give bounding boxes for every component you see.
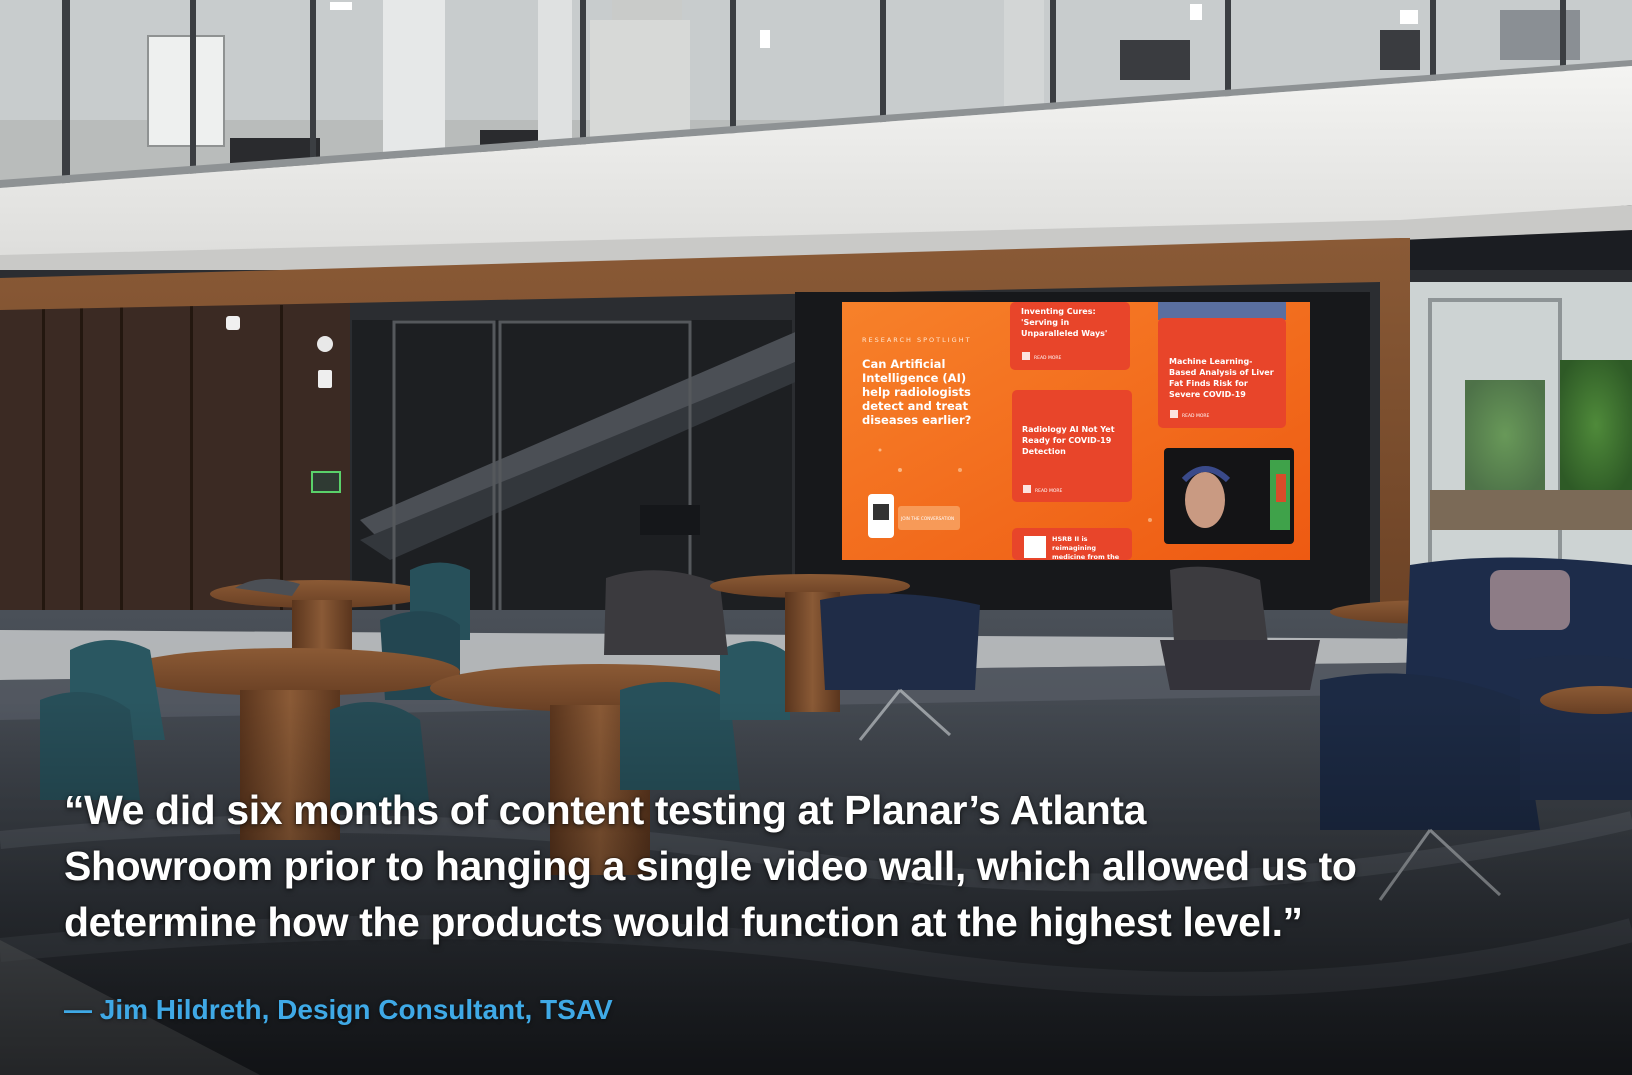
quote-attribution: — Jim Hildreth, Design Consultant, TSAV [64, 994, 613, 1025]
video-wall: RESEARCH SPOTLIGHT Can Artificial Intell… [842, 302, 1310, 561]
screen-eyebrow: RESEARCH SPOTLIGHT [862, 336, 972, 344]
read-more-link: READ MORE [1035, 488, 1062, 494]
quote-line: “We did six months of content testing at… [64, 787, 1147, 833]
news-card-line: Severe COVID-19 [1169, 390, 1246, 399]
news-card-line: Detection [1022, 447, 1066, 456]
quote-line: Showroom prior to hanging a single video… [64, 843, 1357, 889]
news-card-line: Fat Finds Risk for [1169, 379, 1248, 388]
news-card-line: HSRB II is [1052, 535, 1088, 543]
news-card-line: 'Serving in [1021, 318, 1069, 327]
news-card-line: reimagining [1052, 544, 1096, 552]
screen-headline-line: diseases earlier? [862, 413, 971, 427]
news-card-line: Inventing Cures: [1021, 307, 1096, 316]
screen-headline-line: detect and treat [862, 399, 969, 413]
qr-code-icon [873, 504, 889, 520]
news-card-line: Radiology AI Not Yet [1022, 425, 1115, 434]
news-card-line: Based Analysis of Liver [1169, 368, 1274, 377]
qr-mini-icon [1023, 485, 1031, 493]
news-card-line: Machine Learning- [1169, 357, 1253, 366]
qr-code-icon [1024, 536, 1046, 558]
testimonial-quote: “We did six months of content testing at… [64, 782, 1564, 950]
screen-headline-line: Can Artificial [862, 357, 945, 371]
read-more-link: READ MORE [1182, 413, 1209, 419]
screen-headline-line: help radiologists [862, 385, 971, 399]
news-card-line: Ready for COVID-19 [1022, 436, 1112, 445]
qr-mini-icon [1022, 352, 1030, 360]
qr-cta-label: JOIN THE CONVERSATION [900, 516, 954, 521]
news-card-line: Unparalleled Ways' [1021, 329, 1107, 338]
screen-headline-line: Intelligence (AI) [862, 371, 966, 385]
qr-mini-icon [1170, 410, 1178, 418]
quote-line: determine how the products would functio… [64, 899, 1303, 945]
news-card-line: medicine from the [1052, 553, 1120, 561]
read-more-link: READ MORE [1034, 355, 1061, 361]
